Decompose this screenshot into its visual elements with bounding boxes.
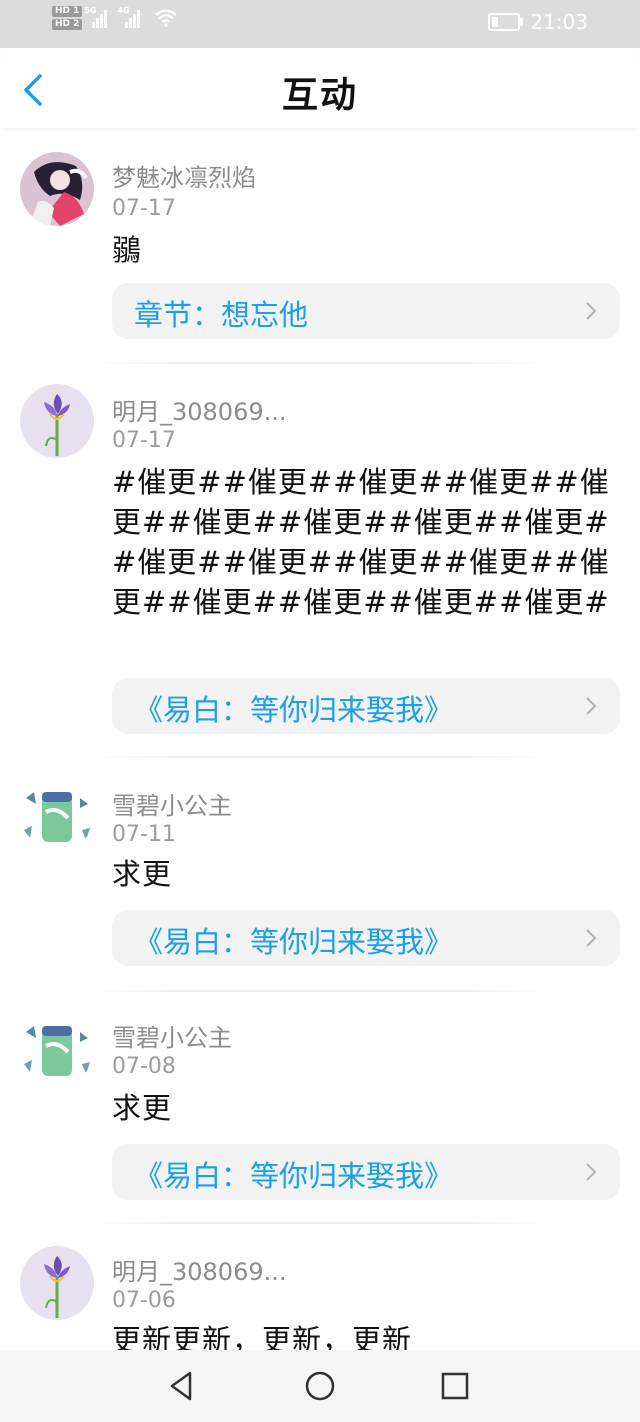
book-link-label: 《易白：等你归来娶我》 [134,693,454,727]
signal-strength-icon: 5G [84,6,108,28]
comment-date: 07-17 [112,196,176,221]
comment-list[interactable]: 梦魅冰凛烈焰 07-17 鶸 章节：想忘他 明月_308069... 07-17… [0,128,640,1350]
book-link-label: 《易白：等你归来娶我》 [134,925,454,959]
chapter-link-label: 章节：想忘他 [134,298,309,332]
username[interactable]: 明月_308069... [112,1252,287,1287]
username[interactable]: 明月_308069... [112,392,287,427]
top-bar: 互动 [0,48,640,128]
chevron-right-icon [586,1163,597,1181]
hd-indicators: HD 1 HD 2 [52,6,83,30]
signal1-label: 5G [84,6,97,15]
book-link[interactable]: 《易白：等你归来娶我》 [112,678,620,734]
comment-date: 07-06 [112,1288,176,1313]
divider [96,362,544,364]
status-bar-left: HD 1 HD 2 5G 4G [52,6,178,30]
comment-text: 求更 [112,1091,173,1125]
comment-text: #催更##催更##催更##催更##催更##催更##催更##催更##催更##催更#… [112,465,610,619]
book-link-label: 《易白：等你归来娶我》 [134,1159,454,1193]
back-triangle-icon[interactable] [164,1368,200,1404]
sprite-can-avatar[interactable] [20,1012,94,1086]
chapter-link[interactable]: 章节：想忘他 [112,283,620,339]
divider [96,990,544,992]
system-navigation-bar [0,1350,640,1422]
comment-date: 07-08 [112,1054,176,1079]
comment-text: 求更 [112,857,173,891]
hd2-badge: HD 2 [52,19,83,30]
signal-strength-2-icon: 4G [117,6,141,28]
clock: 21:03 [530,10,588,34]
chevron-right-icon [586,302,597,320]
divider [96,1222,544,1224]
status-bar-right: 21:03 [488,10,588,34]
chevron-right-icon [586,697,597,715]
comment-text: 更新更新，更新，更新 [112,1323,413,1350]
hd1-badge: HD 1 [52,6,83,17]
page-title: 互动 [281,75,358,116]
recents-square-icon[interactable] [437,1368,473,1404]
book-link[interactable]: 《易白：等你归来娶我》 [112,910,620,966]
chevron-right-icon [586,929,597,947]
username[interactable]: 雪碧小公主 [112,1018,232,1053]
username[interactable]: 梦魅冰凛烈焰 [112,158,256,193]
comment-text: 鶸 [112,233,143,267]
home-circle-icon[interactable] [302,1368,338,1404]
signal2-label: 4G [117,6,130,15]
username[interactable]: 雪碧小公主 [112,786,232,821]
book-link[interactable]: 《易白：等你归来娶我》 [112,1144,620,1200]
wifi-icon [155,9,178,27]
status-bar: HD 1 HD 2 5G 4G 21:03 [0,0,640,48]
iris-flower-avatar[interactable] [20,384,94,458]
divider [96,756,544,758]
sprite-can-avatar[interactable] [20,778,94,852]
comment-date: 07-17 [112,428,176,453]
comment-date: 07-11 [112,822,176,847]
anime-girl-avatar[interactable] [20,152,94,226]
battery-icon [488,13,524,31]
iris-flower-avatar[interactable] [20,1246,94,1320]
